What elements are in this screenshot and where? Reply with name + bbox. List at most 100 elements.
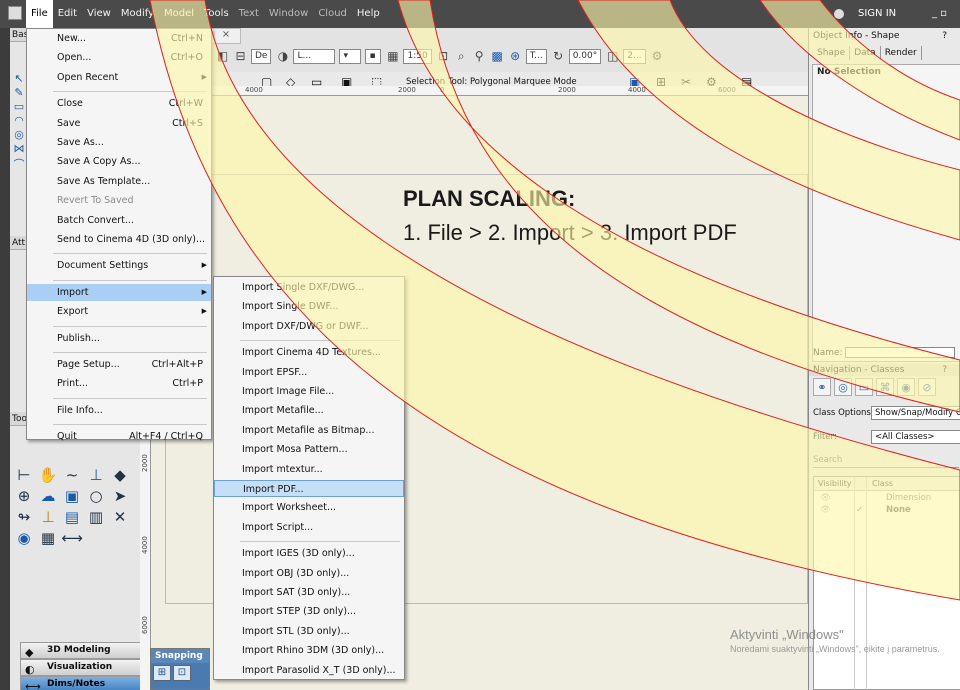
menu-item-save-as-template[interactable]: Save As Template... <box>27 173 211 190</box>
document-tab-close[interactable]: × <box>211 28 241 44</box>
survey-tool-icon[interactable]: ⊥ <box>36 508 60 526</box>
connector-tool-icon[interactable]: ○ <box>84 487 108 505</box>
tab-render[interactable]: Render <box>881 46 922 60</box>
fit-icon[interactable]: ⌕ <box>454 49 469 64</box>
class-options-dropdown[interactable]: Show/Snap/Modify Ot <box>871 406 960 420</box>
menu-item-import-dxf-dwg-or-dwf[interactable]: Import DXF/DWG or DWF... <box>214 318 404 335</box>
stamp-tool-icon[interactable]: ▤ <box>60 508 84 526</box>
viewports-icon[interactable]: ⌘ <box>876 378 894 396</box>
settings-icon[interactable]: ⚙ <box>650 49 665 64</box>
classes-icon[interactable]: ⚭ <box>813 378 831 396</box>
menu-item-import-rhino-3dm-3d-only[interactable]: Import Rhino 3DM (3D only)... <box>214 642 404 659</box>
menu-item-open[interactable]: Open... Ctrl+O <box>27 49 211 66</box>
menu-window[interactable]: Window <box>264 0 313 28</box>
window-controls[interactable]: _ ▫ <box>932 8 947 19</box>
layers-icon[interactable]: ⊟ <box>233 49 248 64</box>
eye-icon[interactable]: 👁 <box>820 505 831 515</box>
class-search-input[interactable]: Search <box>813 455 959 468</box>
menu-item-import-worksheet[interactable]: Import Worksheet... <box>214 499 404 516</box>
menu-model[interactable]: Model <box>159 0 199 28</box>
menu-item-import-single-dxf-dwg[interactable]: Import Single DXF/DWG... <box>214 279 404 296</box>
layer-short-dropdown[interactable]: T... <box>525 48 547 64</box>
north-tool-icon[interactable]: ◉ <box>12 529 36 547</box>
layers-nav-icon[interactable]: ◎ <box>834 378 852 396</box>
arrow-tool-icon[interactable]: ➤ <box>108 487 132 505</box>
menu-item-import-parasolid-x-t-3d-only[interactable]: Import Parasolid X_T (3D only)... <box>214 662 404 679</box>
class-dropdown[interactable]: De <box>251 48 272 64</box>
menu-item-import-metafile[interactable]: Import Metafile... <box>214 402 404 419</box>
tab-shape[interactable]: Shape <box>813 46 851 60</box>
name-input[interactable] <box>845 347 956 358</box>
tab-data[interactable]: Data <box>850 46 881 60</box>
menu-item-export[interactable]: Export ▶ <box>27 303 211 320</box>
globe-icon[interactable]: ⊛ <box>508 49 523 64</box>
view-icon[interactable]: ◧ <box>215 49 230 64</box>
snapping-title[interactable]: Snapping <box>151 649 209 663</box>
render-icon[interactable]: ◑ <box>275 49 290 64</box>
sign-in-link[interactable]: SIGN IN <box>858 8 896 19</box>
menu-item-send-to-cinema-4d-3d-only[interactable]: Send to Cinema 4D (3D only)... <box>27 231 211 248</box>
eye-icon[interactable]: 👁 <box>820 493 831 503</box>
menu-item-import-cinema-4d-textures[interactable]: Import Cinema 4D Textures... <box>214 344 404 361</box>
menu-item-revert-to-saved[interactable]: Revert To Saved <box>27 192 211 209</box>
menu-cloud[interactable]: Cloud <box>313 0 352 28</box>
menu-tools[interactable]: Tools <box>199 0 234 28</box>
tool-set-visualization[interactable]: ◐ Visualization <box>20 659 145 676</box>
menu-item-import-stl-3d-only[interactable]: Import STL (3D only)... <box>214 623 404 640</box>
object-info-help-icon[interactable]: ? <box>942 30 947 42</box>
grid-icon[interactable]: ▩ <box>490 49 505 64</box>
dimension-tool-icon[interactable]: ⊢ <box>12 466 36 484</box>
scale-icon[interactable]: ▦ <box>385 49 400 64</box>
tool-set-3d-modeling[interactable]: ◆ 3D Modeling <box>20 642 145 659</box>
table-row[interactable]: 👁 ✓ None <box>814 505 960 517</box>
menu-item-document-settings[interactable]: Document Settings ▶ <box>27 257 211 274</box>
hand-tool-icon[interactable]: ✋ <box>36 466 60 484</box>
menu-item-import-metafile-as-bitmap[interactable]: Import Metafile as Bitmap... <box>214 422 404 439</box>
chain-tool-icon[interactable]: ⟷ <box>60 529 84 547</box>
menu-item-import-sat-3d-only[interactable]: Import SAT (3D only)... <box>214 584 404 601</box>
menu-text[interactable]: Text <box>234 0 264 28</box>
menu-item-save-as[interactable]: Save As... <box>27 134 211 151</box>
menu-item-import-pdf[interactable]: Import PDF... <box>214 480 404 497</box>
saved-views-icon[interactable]: ◉ <box>897 378 915 396</box>
menu-item-save[interactable]: Save Ctrl+S <box>27 115 211 132</box>
menu-edit[interactable]: Edit <box>53 0 82 28</box>
cloud-user-icon[interactable] <box>834 9 844 19</box>
zoom-icon[interactable]: ⊡ <box>436 49 451 64</box>
menu-file[interactable]: File <box>26 0 53 28</box>
menu-item-import[interactable]: Import ▶ <box>27 283 211 301</box>
table-tool-icon[interactable]: ▦ <box>36 529 60 547</box>
menu-item-import-step-3d-only[interactable]: Import STEP (3D only)... <box>214 603 404 620</box>
stories-dropdown[interactable]: 2... <box>623 48 646 64</box>
menu-item-open-recent[interactable]: Open Recent ▶ <box>27 69 211 86</box>
angle-field[interactable]: 0.00° <box>568 48 602 64</box>
menu-item-publish[interactable]: Publish... <box>27 330 211 347</box>
tool-set-dims-notes[interactable]: ⟷ Dims/Notes <box>20 676 145 690</box>
flyover-icon[interactable]: ◫ <box>605 49 620 64</box>
menu-item-import-single-dwf[interactable]: Import Single DWF... <box>214 298 404 315</box>
marker-tool-icon[interactable]: ◆ <box>108 466 132 484</box>
menu-item-page-setup[interactable]: Page Setup... Ctrl+Alt+P <box>27 356 211 373</box>
menu-modify[interactable]: Modify <box>116 0 159 28</box>
path-tool-icon[interactable]: ↬ <box>12 508 36 526</box>
references-icon[interactable]: ⊘ <box>918 378 936 396</box>
menu-view[interactable]: View <box>82 0 116 28</box>
detail-tool-icon[interactable]: ▥ <box>84 508 108 526</box>
menu-item-import-iges-3d-only[interactable]: Import IGES (3D only)... <box>214 545 404 562</box>
target-tool-icon[interactable]: ⊕ <box>12 487 36 505</box>
cloud-tool-icon[interactable]: ☁ <box>36 487 60 505</box>
navigation-help-icon[interactable]: ? <box>942 364 947 376</box>
menu-item-import-script[interactable]: Import Script... <box>214 519 404 536</box>
scale-field[interactable]: 1:50 <box>403 48 432 64</box>
view-dropdown[interactable]: ▾ <box>339 48 362 64</box>
menu-item-file-info[interactable]: File Info... <box>27 402 211 419</box>
layer-dropdown[interactable]: L... <box>293 48 336 64</box>
menu-item-import-mosa-pattern[interactable]: Import Mosa Pattern... <box>214 441 404 458</box>
snap-object-icon[interactable]: ⊡ <box>173 665 191 681</box>
menu-item-save-a-copy-as[interactable]: Save A Copy As... <box>27 153 211 170</box>
menu-item-close[interactable]: Close Ctrl+W <box>27 95 211 112</box>
search-icon[interactable]: ⚲ <box>472 49 487 64</box>
filter-dropdown[interactable]: <All Classes> <box>871 430 960 444</box>
menu-item-import-mtextur[interactable]: Import mtextur... <box>214 461 404 478</box>
class-column-header[interactable]: Class <box>872 479 893 488</box>
